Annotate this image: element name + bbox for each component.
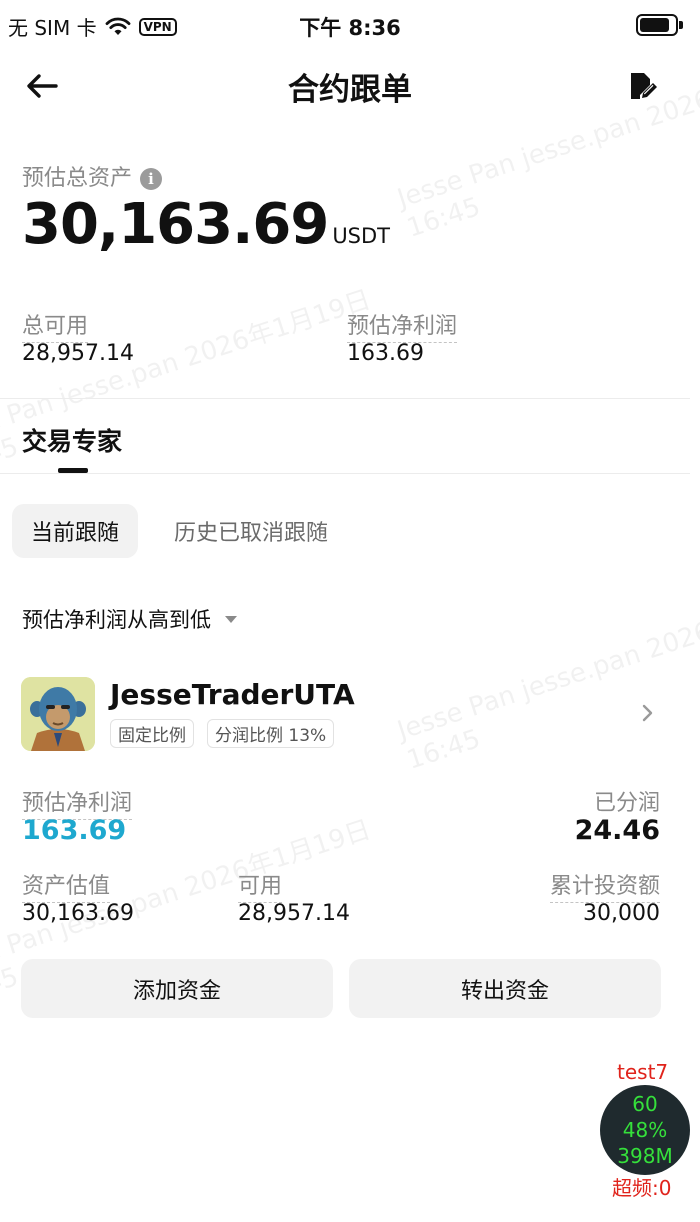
status-time: 下午 8:36 [299, 16, 401, 40]
divider [0, 473, 690, 474]
total-assets-label: 预估总资产 i [22, 160, 163, 192]
debug-freq: 超频:0 [612, 1176, 672, 1200]
sort-label: 预估净利润从高到低 [22, 608, 211, 632]
trader-profit-value: 163.69 [22, 815, 127, 846]
avatar[interactable] [21, 677, 95, 751]
watermark: Jesse Pan jesse.pan 2026年1月19日 16:45 [393, 576, 700, 776]
net-profit-label[interactable]: 预估净利润 [347, 308, 458, 343]
perf-fps: 60 [632, 1092, 658, 1116]
sort-dropdown[interactable]: 预估净利润从高到低 [22, 604, 237, 634]
trader-name[interactable]: JesseTraderUTA [110, 678, 355, 711]
edit-document-icon [631, 73, 657, 99]
page-title: 合约跟单 [288, 72, 412, 108]
tab-history-unfollowed[interactable]: 历史已取消跟随 [174, 504, 328, 558]
battery-icon [636, 14, 678, 36]
total-invest-label[interactable]: 累计投资额 [549, 868, 660, 903]
perf-monitor[interactable]: 60 48% 398M [600, 1085, 690, 1175]
trader-detail-chevron[interactable] [636, 700, 658, 726]
tab-trading-expert[interactable]: 交易专家 [22, 422, 122, 458]
info-icon[interactable]: i [140, 168, 163, 190]
add-funds-button[interactable]: 添加资金 [21, 959, 333, 1018]
withdraw-funds-button[interactable]: 转出资金 [349, 959, 661, 1018]
trader-available-label[interactable]: 可用 [238, 868, 283, 903]
perf-mem: 398M [617, 1144, 673, 1168]
battery-tip [679, 21, 683, 29]
tag-profit-share: 分润比例 13% [207, 719, 335, 748]
shared-profit-value: 24.46 [574, 815, 660, 846]
caret-down-icon [225, 615, 237, 623]
net-profit-value: 163.69 [347, 341, 424, 366]
shared-profit-label: 已分润 [593, 791, 660, 816]
available-value: 28,957.14 [22, 341, 134, 366]
debug-label: test7 [617, 1060, 669, 1084]
available-label[interactable]: 总可用 [22, 308, 89, 343]
total-assets-value: 30,163.69 [22, 192, 329, 257]
asset-estimate-label[interactable]: 资产估值 [22, 868, 111, 903]
perf-cpu: 48% [622, 1118, 668, 1142]
tab-current-follow[interactable]: 当前跟随 [12, 504, 138, 558]
trader-available-value: 28,957.14 [238, 901, 350, 926]
total-invest-value: 30,000 [583, 901, 660, 926]
total-assets-unit: USDT [332, 224, 391, 248]
ape-avatar-icon [21, 677, 95, 751]
edit-button[interactable] [622, 66, 662, 106]
asset-estimate-value: 30,163.69 [22, 901, 134, 926]
chevron-right-icon [642, 704, 653, 722]
tag-fixed-ratio: 固定比例 [110, 719, 194, 748]
total-assets: 30,163.69 USDT [22, 192, 390, 257]
divider [0, 398, 690, 399]
